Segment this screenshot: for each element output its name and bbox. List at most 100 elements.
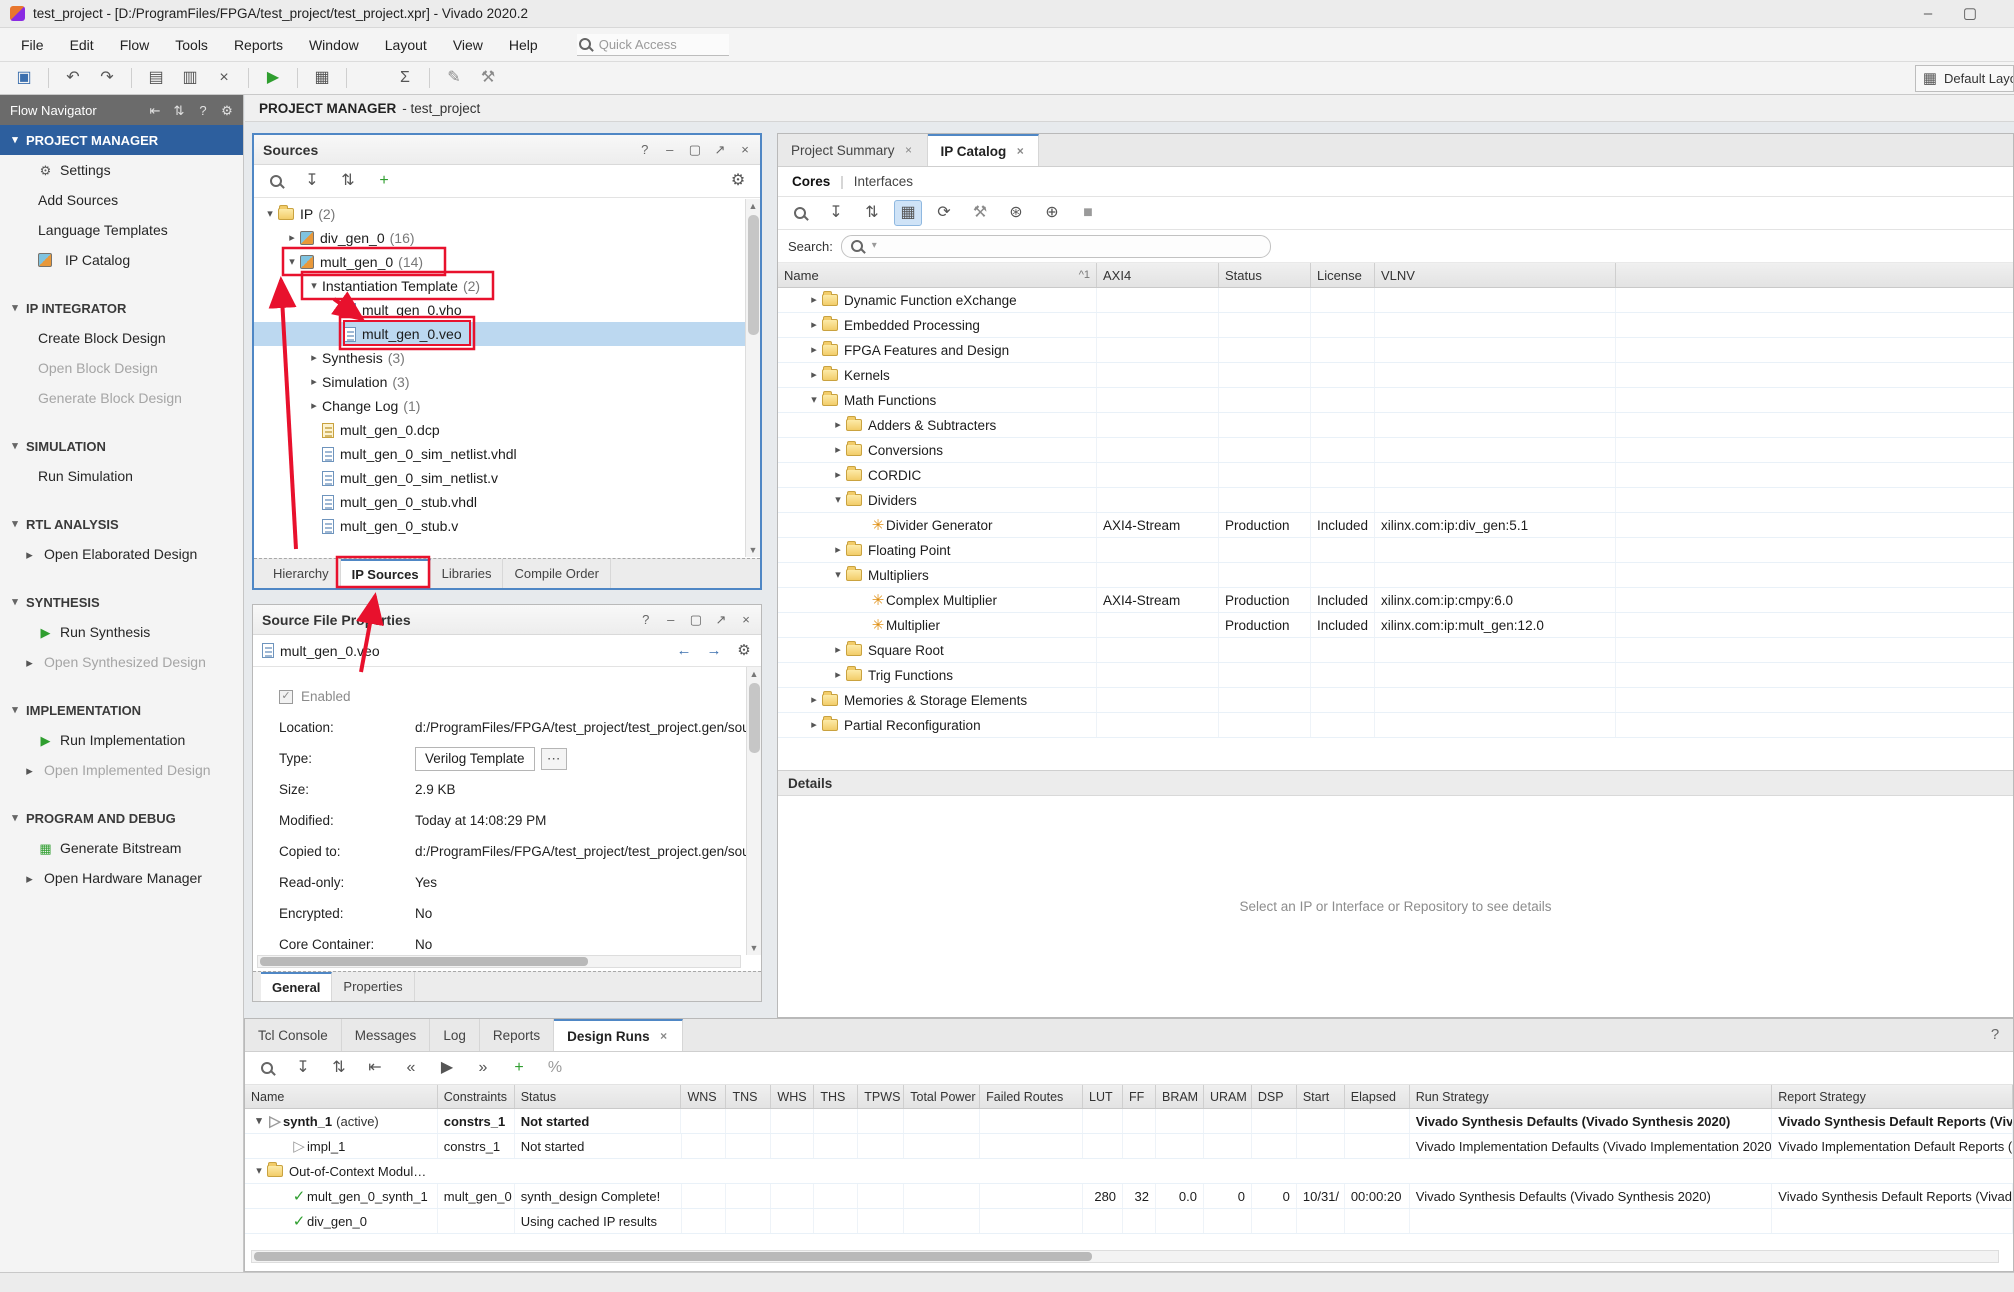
ip-catalog-row-dividers[interactable]: ▾Dividers bbox=[778, 488, 2013, 513]
updown-icon[interactable]: ⇅ bbox=[173, 104, 185, 117]
menu-window[interactable]: Window bbox=[296, 28, 372, 62]
license-button[interactable]: ⊛ bbox=[1002, 200, 1030, 226]
column-header-constraints[interactable]: Constraints bbox=[438, 1085, 515, 1108]
back-icon[interactable]: ← bbox=[676, 643, 692, 658]
close-icon[interactable]: × bbox=[659, 1030, 669, 1042]
stop-button[interactable]: ■ bbox=[1074, 200, 1102, 226]
menu-edit[interactable]: Edit bbox=[57, 28, 107, 62]
prev-button[interactable]: « bbox=[397, 1055, 425, 1081]
scrollbar-thumb[interactable] bbox=[260, 957, 588, 966]
design-run-row-impl-1[interactable]: ▷impl_1constrs_1Not startedVivado Implem… bbox=[245, 1134, 2013, 1159]
tab-ip-sources[interactable]: IP Sources bbox=[341, 559, 431, 588]
scroll-down-icon[interactable]: ▼ bbox=[746, 543, 760, 557]
chevron-down-icon[interactable]: ▾ bbox=[306, 281, 322, 292]
ip-catalog-row-trig-functions[interactable]: ▸Trig Functions bbox=[778, 663, 2013, 688]
column-header-status[interactable]: Status bbox=[515, 1085, 682, 1108]
close-icon[interactable]: × bbox=[904, 144, 914, 156]
tree-item-mult-gen-0-stub-vhdl[interactable]: mult_gen_0_stub.vhdl bbox=[254, 490, 747, 514]
column-header-ths[interactable]: THS bbox=[814, 1085, 858, 1108]
ip-catalog-row-multiplier[interactable]: ✳MultiplierProductionIncludedxilinx.com:… bbox=[778, 613, 2013, 638]
chevron-right-icon[interactable]: ▸ bbox=[306, 401, 322, 412]
chevron-right-icon[interactable]: ▸ bbox=[806, 295, 822, 306]
chevron-right-icon[interactable]: ▸ bbox=[830, 470, 846, 481]
flownav-section-implementation[interactable]: ▾IMPLEMENTATION bbox=[0, 695, 243, 725]
collapse-button[interactable]: ↧ bbox=[822, 200, 850, 226]
column-header-lut[interactable]: LUT bbox=[1083, 1085, 1123, 1108]
scrollbar-thumb[interactable] bbox=[749, 683, 760, 753]
chevron-down-icon[interactable]: ▾ bbox=[830, 570, 846, 581]
tree-item-ip[interactable]: ▾IP(2) bbox=[254, 202, 747, 226]
column-header-whs[interactable]: WHS bbox=[771, 1085, 814, 1108]
flownav-item-open-hardware-manager[interactable]: ▸Open Hardware Manager bbox=[0, 863, 243, 893]
chevron-down-icon[interactable]: ▾ bbox=[251, 1166, 267, 1177]
search-button[interactable] bbox=[786, 200, 814, 226]
ip-catalog-row-memories-storage-elements[interactable]: ▸Memories & Storage Elements bbox=[778, 688, 2013, 713]
ip-catalog-row-square-root[interactable]: ▸Square Root bbox=[778, 638, 2013, 663]
percent-button[interactable]: % bbox=[541, 1055, 569, 1081]
tab-project-summary[interactable]: Project Summary× bbox=[778, 134, 928, 166]
float-icon[interactable]: ↗ bbox=[715, 613, 727, 626]
collapse-button[interactable]: ↧ bbox=[289, 1055, 317, 1081]
search-button[interactable] bbox=[262, 168, 290, 194]
flownav-item-open-block-design[interactable]: Open Block Design bbox=[0, 353, 243, 383]
chevron-right-icon[interactable]: ▸ bbox=[306, 353, 322, 364]
type-combo[interactable]: Verilog Template bbox=[415, 747, 535, 771]
column-header-uram[interactable]: URAM bbox=[1204, 1085, 1252, 1108]
flownav-item-open-synthesized-design[interactable]: ▸Open Synthesized Design bbox=[0, 647, 243, 677]
ip-catalog-row-multipliers[interactable]: ▾Multipliers bbox=[778, 563, 2013, 588]
column-header-name[interactable]: Name^1 bbox=[778, 263, 1097, 287]
minimize-icon[interactable]: – bbox=[665, 613, 677, 626]
tree-item-synthesis[interactable]: ▸Synthesis(3) bbox=[254, 346, 747, 370]
flownav-section-rtl-analysis[interactable]: ▾RTL ANALYSIS bbox=[0, 509, 243, 539]
enabled-checkbox[interactable]: ✓ bbox=[279, 690, 293, 704]
chevron-down-icon[interactable]: ▾ bbox=[251, 1116, 267, 1127]
web-button[interactable]: ⊕ bbox=[1038, 200, 1066, 226]
settings-button[interactable]: ⚙ bbox=[724, 168, 752, 194]
design-run-row-out-of-context-module-runs[interactable]: ▾Out-of-Context Module Runs bbox=[245, 1159, 2013, 1184]
tree-item-mult-gen-0[interactable]: ▾mult_gen_0(14) bbox=[254, 250, 747, 274]
chevron-right-icon[interactable]: ▸ bbox=[830, 670, 846, 681]
column-header-report-strategy[interactable]: Report Strategy bbox=[1772, 1085, 2013, 1108]
search-button[interactable] bbox=[253, 1055, 281, 1081]
flownav-item-add-sources[interactable]: Add Sources bbox=[0, 185, 243, 215]
help-icon[interactable]: ? bbox=[197, 104, 209, 117]
ip-catalog-row-dynamic-function-exchange[interactable]: ▸Dynamic Function eXchange bbox=[778, 288, 2013, 313]
chevron-right-icon[interactable]: ▸ bbox=[830, 545, 846, 556]
menu-layout[interactable]: Layout bbox=[372, 28, 440, 62]
chevron-right-icon[interactable]: ▸ bbox=[806, 720, 822, 731]
settings-button[interactable] bbox=[357, 65, 385, 91]
design-run-row-synth-1[interactable]: ▾▷synth_1(active)constrs_1Not startedViv… bbox=[245, 1109, 2013, 1134]
column-header-vlnv[interactable]: VLNV bbox=[1375, 263, 1616, 287]
undo-button[interactable]: ↶ bbox=[59, 65, 87, 91]
chevron-down-icon[interactable]: ▾ bbox=[806, 395, 822, 406]
chevron-right-icon[interactable]: ▸ bbox=[830, 420, 846, 431]
wrench-button[interactable]: ⚒ bbox=[966, 200, 994, 226]
maximize-icon[interactable]: ▢ bbox=[690, 613, 702, 626]
expand-button[interactable]: ⇅ bbox=[325, 1055, 353, 1081]
menu-help[interactable]: Help bbox=[496, 28, 551, 62]
tree-item-mult-gen-0-dcp[interactable]: mult_gen_0.dcp bbox=[254, 418, 747, 442]
menu-flow[interactable]: Flow bbox=[107, 28, 163, 62]
help-icon[interactable]: ? bbox=[1987, 1027, 2003, 1042]
ip-catalog-row-conversions[interactable]: ▸Conversions bbox=[778, 438, 2013, 463]
flownav-item-run-implementation[interactable]: ▶Run Implementation bbox=[0, 725, 243, 755]
ip-catalog-row-partial-reconfiguration[interactable]: ▸Partial Reconfiguration bbox=[778, 713, 2013, 738]
flownav-section-program-and-debug[interactable]: ▾PROGRAM AND DEBUG bbox=[0, 803, 243, 833]
first-button[interactable]: ⇤ bbox=[361, 1055, 389, 1081]
flownav-item-run-synthesis[interactable]: ▶Run Synthesis bbox=[0, 617, 243, 647]
tree-item-change-log[interactable]: ▸Change Log(1) bbox=[254, 394, 747, 418]
tree-item-instantiation-template[interactable]: ▾Instantiation Template(2) bbox=[254, 274, 747, 298]
column-header-tpws[interactable]: TPWS bbox=[858, 1085, 904, 1108]
scroll-up-icon[interactable]: ▲ bbox=[747, 667, 761, 681]
column-header-tns[interactable]: TNS bbox=[726, 1085, 771, 1108]
properties-hscrollbar[interactable] bbox=[257, 955, 741, 968]
menu-view[interactable]: View bbox=[440, 28, 496, 62]
menu-reports[interactable]: Reports bbox=[221, 28, 296, 62]
expand-button[interactable]: ⇅ bbox=[858, 200, 886, 226]
maximize-icon[interactable]: ▢ bbox=[1962, 6, 1978, 21]
menu-file[interactable]: File bbox=[8, 28, 57, 62]
tab-tcl-console[interactable]: Tcl Console bbox=[245, 1019, 342, 1051]
tree-item-mult-gen-0-sim-netlist-v[interactable]: mult_gen_0_sim_netlist.v bbox=[254, 466, 747, 490]
help-icon[interactable]: ? bbox=[640, 613, 652, 626]
column-header-elapsed[interactable]: Elapsed bbox=[1345, 1085, 1410, 1108]
